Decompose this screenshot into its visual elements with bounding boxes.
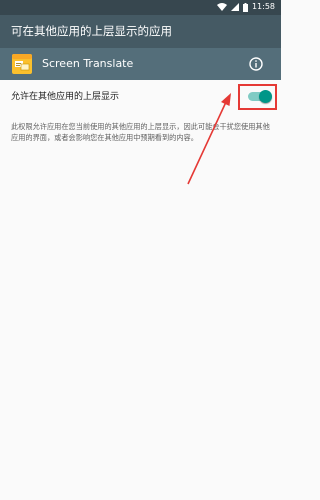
- annotation-highlight-box: [238, 84, 277, 110]
- permission-description: 此权限允许应用在您当前使用的其他应用的上层显示，因此可能会干扰您使用其他应用的界…: [11, 122, 270, 142]
- app-header: Screen Translate: [0, 48, 281, 80]
- page-title: 可在其他应用的上层显示的应用: [11, 24, 172, 38]
- app-icon: [12, 54, 32, 74]
- app-name: Screen Translate: [42, 57, 134, 70]
- status-bar: 11:58: [0, 0, 281, 15]
- info-icon[interactable]: [248, 56, 264, 72]
- signal-icon: [230, 3, 239, 11]
- app-bar: 可在其他应用的上层显示的应用: [0, 15, 281, 48]
- status-time: 11:58: [251, 2, 275, 11]
- overlay-permission-label: 允许在其他应用的上层显示: [11, 92, 120, 102]
- status-icons: 11:58: [216, 1, 275, 13]
- battery-icon: [242, 2, 248, 12]
- wifi-icon: [216, 3, 227, 11]
